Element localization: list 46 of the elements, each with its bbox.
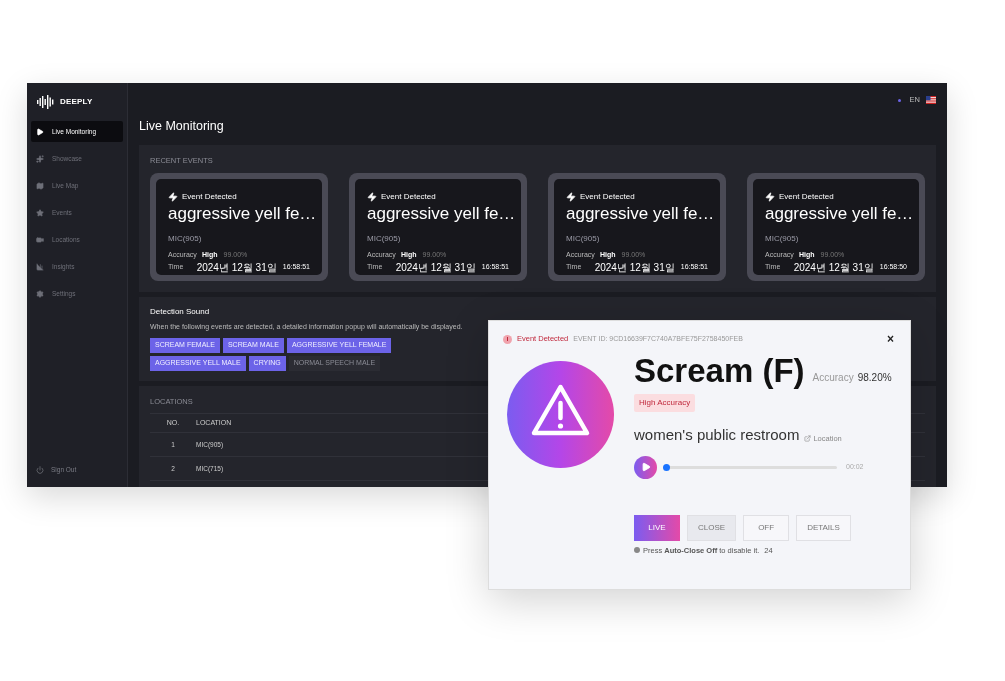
popup-button[interactable]: DETAILS [796,514,851,541]
event-label: Event Detected [182,191,237,204]
settings-icon [36,289,44,298]
section-heading: Detection Sound [150,306,210,319]
location-name: women's public restroom [634,425,800,445]
event-label: Event Detected [779,191,834,204]
brand-name: DEEPLY [60,96,93,108]
flag-icon [926,96,936,104]
play-icon [36,127,44,136]
info-icon [634,547,640,554]
accuracy-label: Accuracy [812,371,854,385]
event-date: 2024년 12월 31일 [594,261,675,275]
event-label: Event Detected [580,191,635,204]
power-icon [36,466,44,475]
popup-button[interactable]: OFF [743,514,790,541]
play-button[interactable] [634,455,657,479]
lightning-icon [765,192,775,203]
event-date: 2024년 12월 31일 [196,261,277,275]
event-date: 2024년 12월 31일 [395,261,476,275]
page-title: Live Monitoring [139,118,225,135]
map-icon [36,181,44,190]
lightning-icon [367,192,377,203]
lightning-icon [168,192,178,203]
video-camera-icon [36,235,44,244]
mic-label: MIC(905) [566,232,601,245]
event-date: 2024년 12월 31일 [793,261,874,275]
event-label: Event Detected [381,191,436,204]
lightning-icon [566,192,576,203]
close-button[interactable]: × [887,333,894,345]
audio-progress-thumb[interactable] [663,463,670,471]
mic-label: MIC(905) [367,232,402,245]
external-link-icon [804,435,812,443]
play-icon [641,462,651,472]
star-icon [36,208,44,217]
event-title: Scream (F) [634,354,805,387]
bar-chart-icon [36,262,44,271]
alert-icon [503,334,512,344]
popup-button[interactable]: LIVE [634,514,680,541]
sparkles-icon [36,154,44,163]
accuracy-tag: High Accuracy [634,394,696,412]
mic-label: MIC(905) [765,232,800,245]
warning-icon [507,361,614,468]
logo-icon [37,95,55,109]
popup-button[interactable]: CLOSE [687,514,737,541]
mic-label: MIC(905) [168,232,203,245]
accuracy-value: 98.20% [857,371,892,385]
